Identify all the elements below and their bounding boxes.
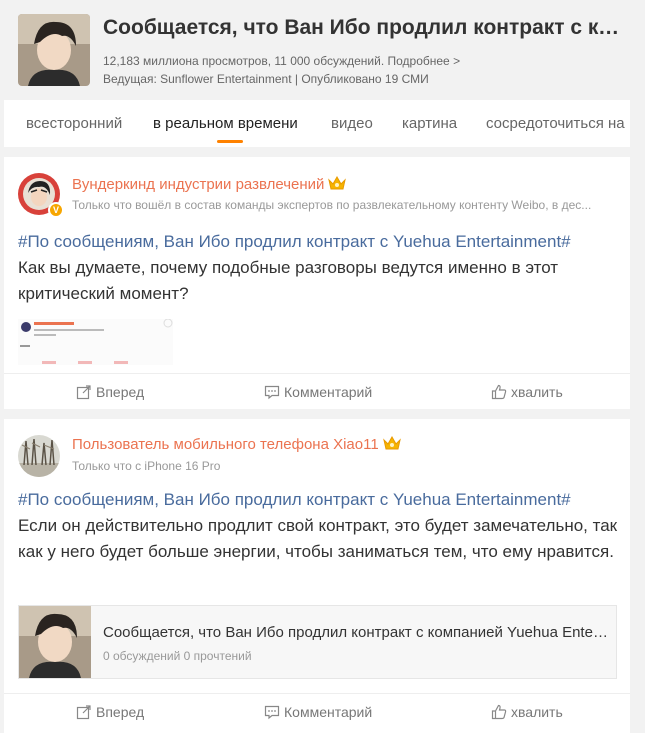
tab-video[interactable]: видео xyxy=(331,115,373,132)
thumbs-up-icon xyxy=(491,384,507,400)
tab-focus[interactable]: сосредоточиться на xyxy=(486,115,625,132)
topic-title: Сообщается, что Ван Ибо продлил контракт… xyxy=(103,16,623,39)
tab-picture[interactable]: картина xyxy=(402,115,457,132)
post-body: #По сообщениям, Ван Ибо продлил контракт… xyxy=(18,229,618,307)
shared-topic-meta: 0 обсуждений 0 прочтений xyxy=(103,649,252,663)
comment-icon xyxy=(264,385,280,400)
forward-icon xyxy=(76,385,91,400)
post-actions: Вперед Комментарий хвалить xyxy=(4,373,630,409)
comment-button[interactable]: Комментарий xyxy=(264,694,372,730)
avatar[interactable] xyxy=(18,435,60,477)
comment-button[interactable]: Комментарий xyxy=(264,374,372,410)
post-meta: Только что вошёл в состав команды экспер… xyxy=(72,198,592,212)
forward-icon xyxy=(76,705,91,720)
topic-thumbnail xyxy=(18,14,90,86)
tab-comprehensive[interactable]: всесторонний xyxy=(26,115,122,132)
hashtag-link[interactable]: #По сообщениям, Ван Ибо продлил контракт… xyxy=(18,232,571,251)
forward-button[interactable]: Вперед xyxy=(76,694,144,730)
topic-tabs: всесторонний в реальном времени видео ка… xyxy=(4,100,630,147)
active-tab-indicator xyxy=(217,140,243,143)
verified-badge-icon: V xyxy=(48,202,64,218)
post-text: Если он действительно продлит свой контр… xyxy=(18,516,618,561)
post-actions: Вперед Комментарий хвалить xyxy=(4,693,630,729)
shared-topic-thumbnail xyxy=(19,606,91,678)
post-card: Пользователь мобильного телефона Xiao11 … xyxy=(4,419,630,733)
hashtag-link[interactable]: #По сообщениям, Ван Ибо продлил контракт… xyxy=(18,490,571,509)
post-meta: Только что с iPhone 16 Pro xyxy=(72,459,221,473)
topic-stats[interactable]: 12,183 миллиона просмотров, 11 000 обсуж… xyxy=(103,54,460,68)
post-body: #По сообщениям, Ван Ибо продлил контракт… xyxy=(18,487,618,565)
comment-icon xyxy=(264,705,280,720)
crown-icon xyxy=(328,176,347,190)
shared-topic-card[interactable]: Сообщается, что Ван Ибо продлил контракт… xyxy=(18,605,617,679)
thumbs-up-icon xyxy=(491,704,507,720)
post-author[interactable]: Пользователь мобильного телефона Xiao11 xyxy=(72,436,401,453)
tab-realtime[interactable]: в реальном времени xyxy=(153,115,298,132)
shared-topic-title: Сообщается, что Ван Ибо продлил контракт… xyxy=(103,624,608,641)
topic-header: Сообщается, что Ван Ибо продлил контракт… xyxy=(0,0,645,100)
like-button[interactable]: хвалить xyxy=(491,694,563,730)
forward-button[interactable]: Вперед xyxy=(76,374,144,410)
crown-icon xyxy=(382,436,401,450)
embedded-screenshot[interactable] xyxy=(18,319,173,365)
post-card: V Вундеркинд индустрии развлечений Тольк… xyxy=(4,157,630,409)
post-text: Как вы думаете, почему подобные разговор… xyxy=(18,258,559,303)
topic-host: Ведущая: Sunflower Entertainment | Опубл… xyxy=(103,72,429,86)
post-author[interactable]: Вундеркинд индустрии развлечений xyxy=(72,176,347,193)
like-button[interactable]: хвалить xyxy=(491,374,563,410)
